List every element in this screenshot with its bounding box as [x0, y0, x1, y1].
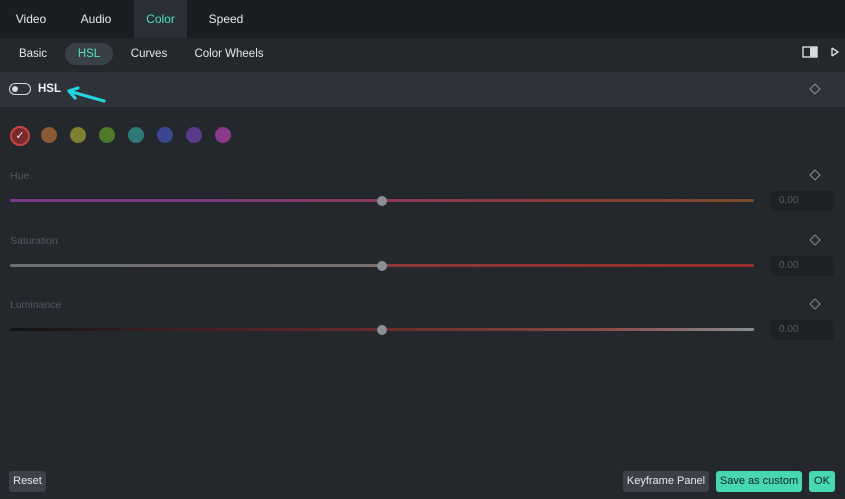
- annotation-arrow-icon: [67, 86, 106, 103]
- hsl-toggle[interactable]: [9, 83, 31, 95]
- tab-video[interactable]: Video: [0, 0, 62, 38]
- keyframe-panel-button[interactable]: Keyframe Panel: [623, 471, 709, 492]
- save-as-custom-button[interactable]: Save as custom: [716, 471, 802, 492]
- luminance-value-field[interactable]: 0.00: [771, 320, 834, 340]
- hue-label: Hue: [10, 170, 30, 182]
- saturation-keyframe-icon[interactable]: [809, 234, 821, 246]
- subtab-color-wheels[interactable]: Color Wheels: [186, 43, 272, 65]
- split-view-icon[interactable]: [802, 46, 818, 58]
- saturation-label: Saturation: [10, 235, 58, 247]
- hue-keyframe-icon[interactable]: [809, 169, 821, 181]
- swatch-purple[interactable]: [186, 127, 202, 143]
- subtab-basic[interactable]: Basic: [8, 43, 58, 65]
- swatch-red[interactable]: ✓: [10, 126, 30, 146]
- ok-button[interactable]: OK: [809, 471, 835, 492]
- swatch-magenta[interactable]: [215, 127, 231, 143]
- tab-audio[interactable]: Audio: [62, 0, 130, 38]
- tab-speed[interactable]: Speed: [190, 0, 262, 38]
- luminance-slider-thumb[interactable]: [377, 325, 387, 335]
- hue-slider-thumb[interactable]: [377, 196, 387, 206]
- subtab-hsl[interactable]: HSL: [65, 43, 113, 65]
- swatch-orange[interactable]: [41, 127, 57, 143]
- reset-button[interactable]: Reset: [9, 471, 46, 492]
- subtab-curves[interactable]: Curves: [122, 43, 176, 65]
- luminance-label: Luminance: [10, 299, 62, 311]
- swatch-aqua[interactable]: [128, 127, 144, 143]
- hsl-section-header: [0, 72, 845, 107]
- saturation-value-field[interactable]: 0.00: [771, 256, 834, 276]
- swatch-green[interactable]: [99, 127, 115, 143]
- chevron-icon[interactable]: [830, 46, 840, 58]
- tab-color[interactable]: Color: [134, 0, 187, 38]
- hue-value-field[interactable]: 0.00: [771, 191, 834, 211]
- hsl-section-title: HSL: [38, 83, 61, 95]
- swatch-blue[interactable]: [157, 127, 173, 143]
- saturation-slider-thumb[interactable]: [377, 261, 387, 271]
- luminance-keyframe-icon[interactable]: [809, 298, 821, 310]
- check-icon: ✓: [15, 130, 25, 142]
- swatch-yellow[interactable]: [70, 127, 86, 143]
